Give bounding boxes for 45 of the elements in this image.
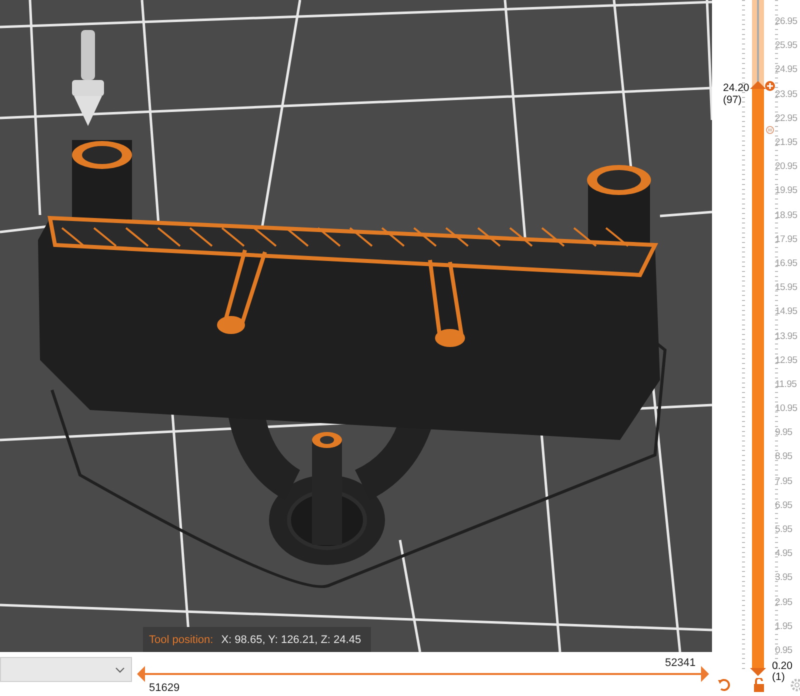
tick-label: 1.95 [775,622,792,632]
settings-icon[interactable] [790,678,800,692]
tick-label: 3.95 [775,573,792,584]
undo-icon[interactable] [717,678,731,692]
tick-label: 4.95 [775,549,792,560]
move-end-value: 52341 [665,657,696,669]
lower-layer-height: 0.20 [772,660,792,672]
tick-label: 23.95 [775,90,798,100]
add-icon[interactable] [765,81,775,92]
tick-label: 16.95 [775,258,798,269]
tick-label: 15.95 [775,283,798,294]
slider-thumb[interactable] [750,81,766,90]
slider-thumb[interactable] [137,666,145,682]
tick-label: 17.95 [775,234,798,245]
tick-label: 26.95 [775,17,798,28]
tool-position-value: X: 98.65, Y: 126.21, Z: 24.45 [221,634,362,646]
tick-label: 24.95 [775,65,798,76]
lock-icon[interactable] [753,678,765,692]
tick-label: 12.95 [775,356,798,366]
tick-label: 21.95 [775,138,798,148]
pause-icon[interactable] [766,126,774,134]
tick-label: 2.95 [775,598,792,608]
tool-position-label: Tool position: [149,634,214,646]
dropdown-field[interactable] [0,657,132,682]
tick-label: 8.95 [775,452,792,462]
tick-label: 13.95 [775,332,798,342]
tick-label: 5.95 [775,525,792,536]
lower-layer-number: (1) [772,671,785,683]
tick-label: 22.95 [775,114,798,124]
tick-label: 0.95 [775,646,792,656]
tick-label: 19.95 [775,186,798,196]
slider-thumb[interactable] [701,666,709,682]
upper-layer-number: (97) [723,94,742,106]
tick-label: 7.95 [775,476,792,487]
tick-label: 9.95 [775,428,792,438]
tick-label: 10.95 [775,404,798,414]
caret-icon [115,666,125,672]
tick-label: 11.95 [775,380,797,390]
move-start-value: 51629 [149,682,180,694]
tick-label: 6.95 [775,500,792,511]
tick-label: 18.95 [775,210,798,221]
tick-label: 25.95 [775,41,798,52]
tick-label: 20.95 [775,162,798,172]
upper-layer-height: 24.20 [723,82,750,94]
tick-label: 14.95 [775,307,798,318]
